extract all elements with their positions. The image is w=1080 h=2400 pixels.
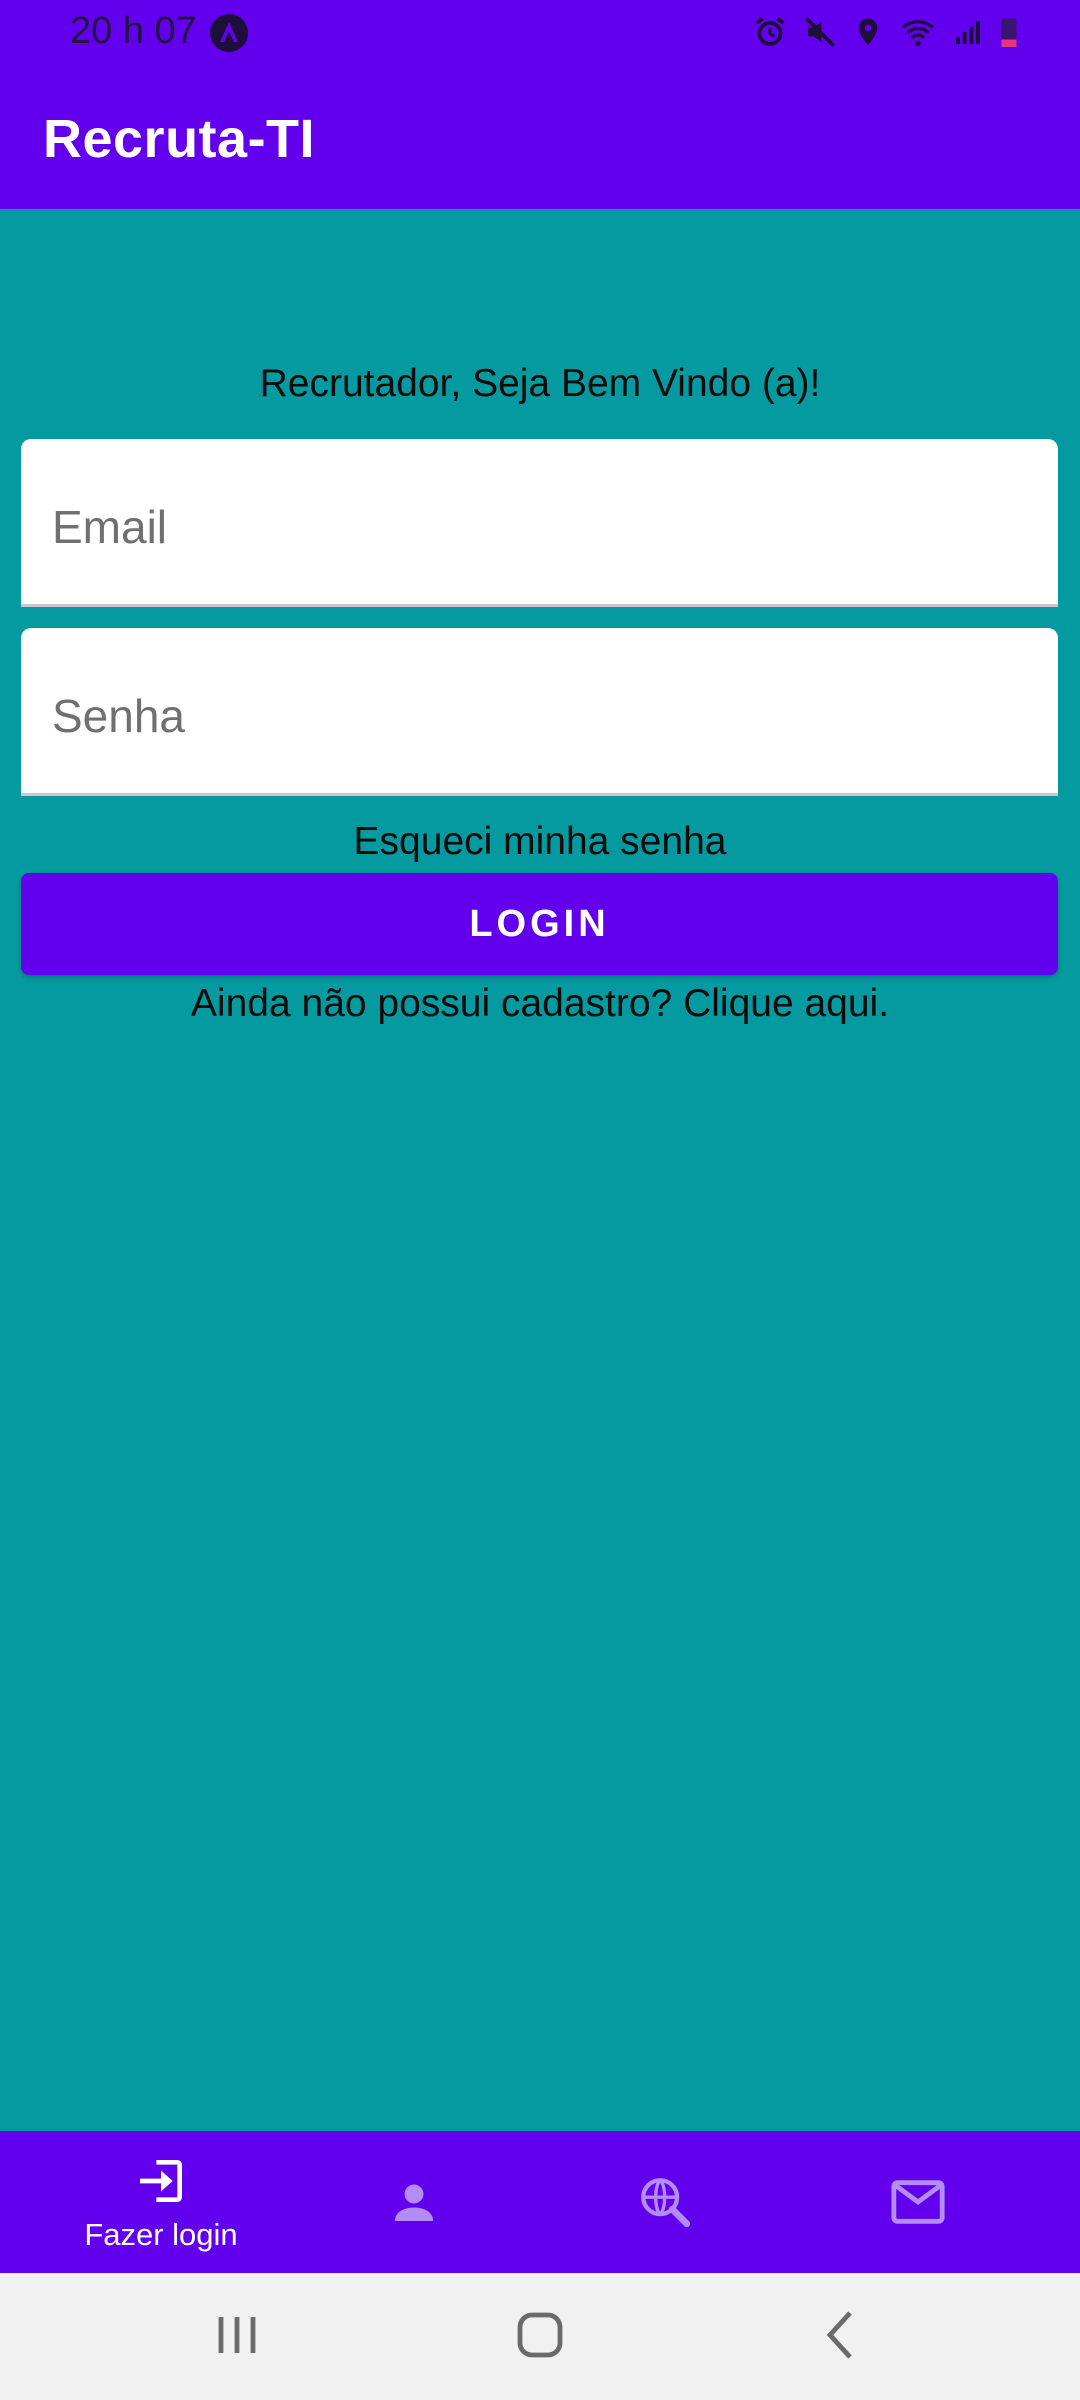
home-icon[interactable] <box>514 2305 566 2365</box>
mail-icon <box>891 2180 945 2224</box>
signal-icon <box>956 21 980 44</box>
bottom-nav: Fazer login <box>0 2131 1080 2273</box>
globe-search-icon <box>641 2178 691 2228</box>
mute-icon <box>805 17 835 47</box>
login-button[interactable]: LOGIN <box>21 873 1058 975</box>
status-bar: 20 h 07 <box>0 0 1080 68</box>
alarm-icon <box>755 17 785 46</box>
app-notification-icon <box>210 14 248 52</box>
status-icons <box>752 14 1020 50</box>
battery-icon <box>1001 18 1017 47</box>
status-time: 20 h 07 <box>70 10 197 52</box>
password-field[interactable] <box>21 628 1058 793</box>
location-icon <box>858 18 878 46</box>
welcome-message: Recrutador, Seja Bem Vindo (a)! <box>259 362 821 405</box>
nav-item-login[interactable]: Fazer login <box>36 2131 286 2273</box>
password-field-container <box>21 628 1058 796</box>
nav-item-mail[interactable] <box>793 2131 1043 2273</box>
wifi-icon <box>901 20 935 46</box>
email-field-container <box>21 439 1058 607</box>
nav-item-profile[interactable] <box>289 2131 539 2273</box>
forgot-password-link[interactable]: Esqueci minha senha <box>0 820 1080 864</box>
recent-apps-icon[interactable] <box>213 2305 261 2365</box>
app-bar: Recruta-TI <box>0 68 1080 209</box>
back-icon[interactable] <box>818 2305 862 2365</box>
app-title: Recruta-TI <box>43 109 316 169</box>
email-field[interactable] <box>21 439 1058 604</box>
nav-item-search[interactable] <box>540 2131 790 2273</box>
system-nav-bar <box>0 2273 1080 2400</box>
login-icon <box>140 2160 182 2202</box>
person-icon <box>394 2184 434 2221</box>
nav-label-login: Fazer login <box>84 2217 238 2252</box>
signup-link[interactable]: Ainda não possui cadastro? Clique aqui. <box>0 982 1080 1026</box>
